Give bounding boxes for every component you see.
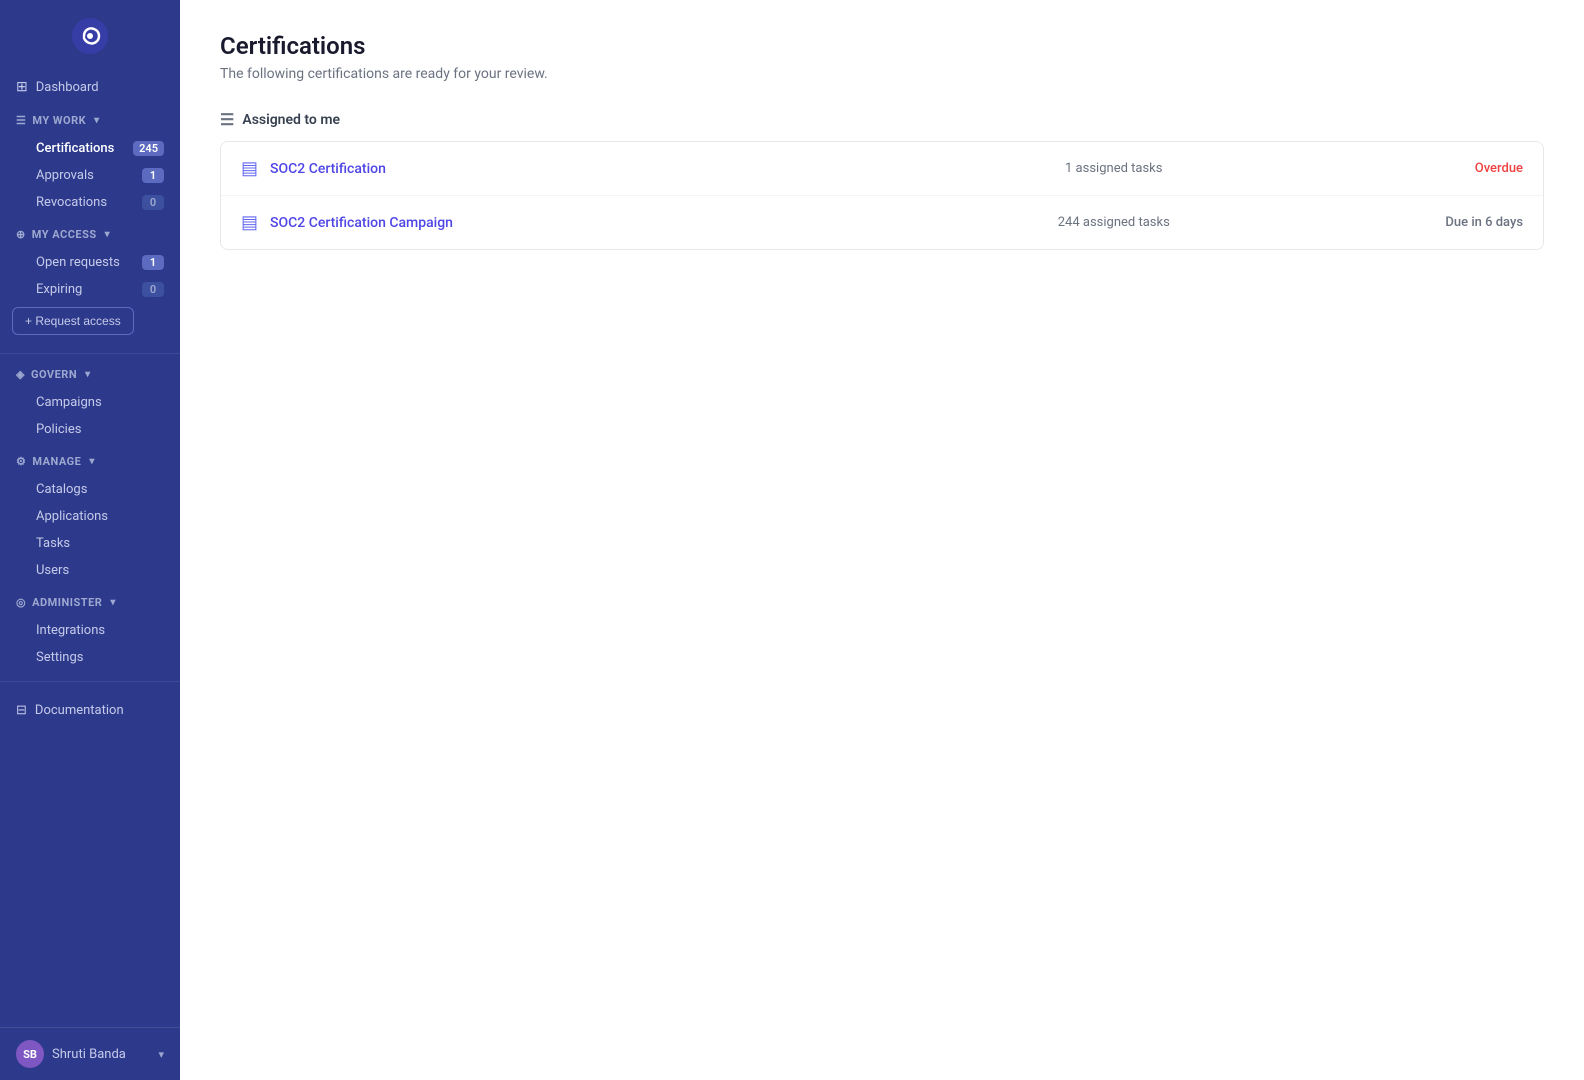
expiring-badge: 0 <box>142 282 164 297</box>
administer-header[interactable]: ◎ ADMINISTER ▾ <box>0 588 180 617</box>
manage-label: MANAGE <box>32 455 81 468</box>
govern-header[interactable]: ◈ GOVERN ▾ <box>0 360 180 389</box>
administer-icon: ◎ <box>16 596 26 609</box>
main-content: Certifications The following certificati… <box>180 0 1584 1080</box>
cert-icon-1: ▤ <box>241 212 258 233</box>
govern-icon: ◈ <box>16 368 25 381</box>
cert-name-0[interactable]: SOC2 Certification <box>270 161 825 177</box>
request-access-button[interactable]: + Request access <box>12 307 134 335</box>
revocations-badge: 0 <box>142 195 164 210</box>
dashboard-icon: ⊞ <box>16 79 28 95</box>
certifications-badge: 245 <box>133 141 164 156</box>
cert-status-1: Due in 6 days <box>1403 215 1523 230</box>
sidebar-item-settings[interactable]: Settings <box>0 644 180 671</box>
my-access-icon: ⊕ <box>16 228 26 241</box>
govern-chevron: ▾ <box>85 369 91 380</box>
integrations-label: Integrations <box>36 623 105 638</box>
certifications-label: Certifications <box>36 141 114 156</box>
govern-label: GOVERN <box>31 368 77 381</box>
certifications-list: ▤ SOC2 Certification 1 assigned tasks Ov… <box>220 141 1544 250</box>
policies-label: Policies <box>36 422 81 437</box>
assigned-icon: ☰ <box>220 110 234 129</box>
expiring-label: Expiring <box>36 282 82 297</box>
open-requests-badge: 1 <box>142 255 164 270</box>
cert-tasks-1: 244 assigned tasks <box>837 215 1392 230</box>
sidebar-item-expiring[interactable]: Expiring 0 <box>0 276 180 303</box>
docs-icon: ⊟ <box>16 703 27 718</box>
my-work-chevron: ▾ <box>94 115 100 126</box>
approvals-badge: 1 <box>142 168 164 183</box>
catalogs-label: Catalogs <box>36 482 87 497</box>
settings-label: Settings <box>36 650 83 665</box>
campaigns-label: Campaigns <box>36 395 102 410</box>
sidebar-item-revocations[interactable]: Revocations 0 <box>0 189 180 216</box>
nav-section-dashboard: ⊞ Dashboard <box>0 72 180 102</box>
request-access-label: + Request access <box>25 314 121 328</box>
applications-label: Applications <box>36 509 108 524</box>
nav-section-my-access: ⊕ My access ▾ Open requests 1 Expiring 0… <box>0 220 180 343</box>
users-label: Users <box>36 563 69 578</box>
manage-icon: ⚙ <box>16 455 26 468</box>
tasks-label: Tasks <box>36 536 70 551</box>
docs-label: Documentation <box>35 703 124 718</box>
cert-icon-0: ▤ <box>241 158 258 179</box>
sidebar-item-documentation[interactable]: ⊟ Documentation <box>0 696 180 725</box>
nav-section-my-work: ☰ My work ▾ Certifications 245 Approvals… <box>0 106 180 216</box>
administer-label: ADMINISTER <box>32 596 102 609</box>
open-requests-label: Open requests <box>36 255 120 270</box>
nav-section-docs: ⊟ Documentation <box>0 696 180 725</box>
page-title: Certifications <box>220 32 1544 60</box>
cert-row-0[interactable]: ▤ SOC2 Certification 1 assigned tasks Ov… <box>221 142 1543 196</box>
my-access-label: My access <box>32 228 97 241</box>
approvals-label: Approvals <box>36 168 94 183</box>
cert-tasks-0: 1 assigned tasks <box>837 161 1392 176</box>
my-access-chevron: ▾ <box>105 229 111 240</box>
page-subtitle: The following certifications are ready f… <box>220 66 1544 82</box>
my-work-label: My work <box>32 114 86 127</box>
sidebar-item-applications[interactable]: Applications <box>0 503 180 530</box>
sidebar-item-open-requests[interactable]: Open requests 1 <box>0 249 180 276</box>
sidebar-user-name: Shruti Banda <box>52 1047 150 1062</box>
sidebar-item-campaigns[interactable]: Campaigns <box>0 389 180 416</box>
section-label: Assigned to me <box>242 112 340 128</box>
my-work-icon: ☰ <box>16 114 26 127</box>
sidebar-user-footer[interactable]: SB Shruti Banda ▾ <box>0 1027 180 1080</box>
sidebar-item-policies[interactable]: Policies <box>0 416 180 443</box>
sidebar-item-dashboard[interactable]: ⊞ Dashboard <box>0 72 180 102</box>
nav-section-manage: ⚙ MANAGE ▾ Catalogs Applications Tasks U… <box>0 447 180 584</box>
avatar: SB <box>16 1040 44 1068</box>
my-work-header[interactable]: ☰ My work ▾ <box>0 106 180 135</box>
sidebar-item-certifications[interactable]: Certifications 245 <box>0 135 180 162</box>
cert-row-1[interactable]: ▤ SOC2 Certification Campaign 244 assign… <box>221 196 1543 249</box>
sidebar-item-tasks[interactable]: Tasks <box>0 530 180 557</box>
sidebar-item-approvals[interactable]: Approvals 1 <box>0 162 180 189</box>
my-access-header[interactable]: ⊕ My access ▾ <box>0 220 180 249</box>
administer-chevron: ▾ <box>110 597 116 608</box>
nav-section-govern: ◈ GOVERN ▾ Campaigns Policies <box>0 360 180 443</box>
cert-status-0: Overdue <box>1403 161 1523 176</box>
manage-chevron: ▾ <box>89 456 95 467</box>
nav-section-administer: ◎ ADMINISTER ▾ Integrations Settings <box>0 588 180 671</box>
section-assigned-to-me-header: ☰ Assigned to me <box>220 110 1544 129</box>
sidebar-item-users[interactable]: Users <box>0 557 180 584</box>
cert-name-1[interactable]: SOC2 Certification Campaign <box>270 215 825 231</box>
sidebar: ⊞ Dashboard ☰ My work ▾ Certifications 2… <box>0 0 180 1080</box>
sidebar-divider-1 <box>0 353 180 354</box>
sidebar-logo[interactable] <box>0 0 180 72</box>
manage-header[interactable]: ⚙ MANAGE ▾ <box>0 447 180 476</box>
sidebar-divider-2 <box>0 681 180 682</box>
sidebar-item-integrations[interactable]: Integrations <box>0 617 180 644</box>
user-dropdown-arrow: ▾ <box>158 1048 164 1061</box>
revocations-label: Revocations <box>36 195 107 210</box>
dashboard-label: Dashboard <box>36 80 99 95</box>
sidebar-item-catalogs[interactable]: Catalogs <box>0 476 180 503</box>
